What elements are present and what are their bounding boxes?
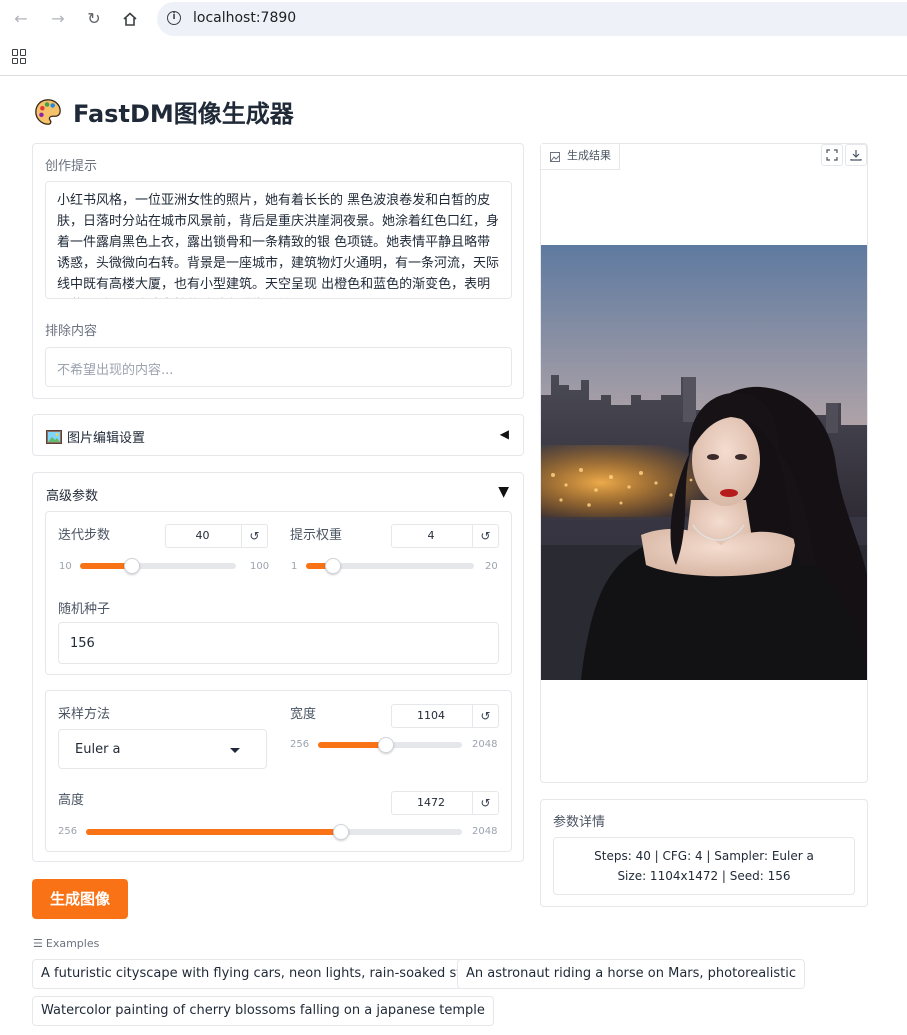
params-group-1: 迭代步数 40 ↺ 10 100 提示权重 4 ↺ 1 20 随机种子 156: [45, 511, 512, 675]
height-max: 2048: [472, 826, 498, 837]
collapse-indicator-icon[interactable]: ◀: [500, 427, 509, 441]
app-title: FastDM图像生成器: [73, 100, 294, 128]
cfg-label: 提示权重: [290, 528, 343, 543]
output-tab: 生成结果: [541, 144, 620, 170]
cfg-max: 20: [485, 561, 498, 572]
expand-indicator-icon[interactable]: ▼: [498, 484, 509, 500]
reload-icon[interactable]: ↻: [84, 9, 104, 29]
generated-image[interactable]: [541, 245, 867, 680]
prompt-text: 小红书风格，一位亚洲女性的照片，她有着长长的 黑色波浪卷发和白皙的皮肤，日落时分…: [57, 193, 500, 292]
image-edit-accordion[interactable]: 图片编辑设置 ◀: [32, 414, 524, 456]
height-slider[interactable]: [86, 824, 462, 840]
sampler-value: Euler a: [75, 742, 121, 757]
browser-toolbar: ← → ↻ i localhost:7890: [0, 0, 907, 38]
steps-max: 100: [250, 561, 270, 572]
cfg-reset-icon[interactable]: ↺: [472, 525, 498, 547]
generate-button[interactable]: 生成图像: [32, 879, 128, 919]
sampler-dropdown[interactable]: Euler a: [58, 729, 267, 769]
cfg-value: 4: [427, 529, 435, 542]
sampler-label: 采样方法: [58, 707, 111, 722]
chevron-down-icon: [230, 748, 240, 753]
examples-header: ☰ Examples: [33, 937, 100, 950]
height-value: 1472: [417, 796, 445, 809]
cfg-slider[interactable]: [306, 558, 474, 574]
image-edit-title: 图片编辑设置: [46, 427, 145, 446]
negative-placeholder: 不希望出现的内容...: [57, 363, 174, 378]
params-group-2: 采样方法 Euler a 宽度 1104 ↺ 256 2048 高度 1472 …: [45, 690, 512, 852]
forward-arrow-icon[interactable]: →: [48, 9, 68, 29]
width-value: 1104: [417, 709, 445, 722]
seed-input[interactable]: 156: [58, 622, 499, 664]
apps-grid-icon[interactable]: [12, 49, 27, 64]
negative-input[interactable]: 不希望出现的内容...: [45, 347, 512, 387]
home-icon[interactable]: [120, 9, 140, 29]
width-reset-icon[interactable]: ↺: [472, 705, 498, 727]
height-label: 高度: [58, 793, 85, 808]
seed-value: 156: [70, 636, 95, 651]
cfg-number-input[interactable]: 4 ↺: [391, 524, 499, 548]
example-item[interactable]: An astronaut riding a horse on Mars, pho…: [457, 959, 806, 989]
back-arrow-icon[interactable]: ←: [11, 9, 31, 29]
url-text: localhost:7890: [193, 10, 297, 26]
advanced-accordion: 高级参数 ▼ 迭代步数 40 ↺ 10 100 提示权重 4 ↺ 1 20 随机…: [32, 472, 524, 862]
list-icon: ☰: [33, 937, 43, 950]
steps-slider[interactable]: [80, 558, 236, 574]
example-item[interactable]: A futuristic cityscape with flying cars,…: [32, 959, 504, 989]
height-number-input[interactable]: 1472 ↺: [391, 791, 499, 815]
width-label: 宽度: [290, 707, 317, 722]
prompt-label: 创作提示: [45, 159, 98, 174]
fullscreen-icon[interactable]: [821, 144, 843, 166]
bookmarks-bar: [0, 38, 907, 76]
image-icon: [550, 152, 560, 162]
picture-icon: [46, 429, 62, 444]
example-item[interactable]: Watercolor painting of cherry blossoms f…: [32, 996, 494, 1026]
width-slider[interactable]: [318, 737, 462, 753]
width-slider-thumb[interactable]: [378, 737, 395, 753]
prompt-panel: 创作提示 小红书风格，一位亚洲女性的照片，她有着长长的 黑色波浪卷发和白皙的皮肤…: [32, 143, 524, 399]
palette-icon: [35, 98, 61, 125]
cfg-min: 1: [291, 561, 298, 572]
cfg-slider-thumb[interactable]: [324, 558, 341, 574]
negative-label: 排除内容: [45, 324, 98, 339]
details-textbox[interactable]: Steps: 40 | CFG: 4 | Sampler: Euler a Si…: [553, 837, 855, 895]
site-info-icon[interactable]: i: [167, 11, 181, 25]
details-line-1: Steps: 40 | CFG: 4 | Sampler: Euler a: [594, 849, 814, 863]
details-label: 参数详情: [553, 815, 606, 830]
details-line-2: Size: 1104x1472 | Seed: 156: [617, 869, 791, 883]
page-title: FastDM图像生成器: [33, 94, 294, 129]
height-reset-icon[interactable]: ↺: [472, 792, 498, 814]
prompt-textarea[interactable]: 小红书风格，一位亚洲女性的照片，她有着长长的 黑色波浪卷发和白皙的皮肤，日落时分…: [45, 181, 512, 299]
steps-value: 40: [195, 529, 210, 542]
width-number-input[interactable]: 1104 ↺: [391, 704, 499, 728]
steps-reset-icon[interactable]: ↺: [241, 525, 267, 547]
steps-number-input[interactable]: 40 ↺: [165, 524, 268, 548]
advanced-title[interactable]: 高级参数: [46, 485, 98, 504]
width-min: 256: [290, 739, 310, 750]
steps-min: 10: [59, 561, 72, 572]
height-min: 256: [58, 826, 78, 837]
steps-slider-thumb[interactable]: [123, 558, 140, 574]
address-bar[interactable]: i localhost:7890: [157, 2, 907, 36]
width-max: 2048: [472, 739, 498, 750]
seed-label: 随机种子: [58, 602, 111, 617]
steps-label: 迭代步数: [58, 528, 111, 543]
download-icon[interactable]: [845, 144, 867, 166]
height-slider-thumb[interactable]: [333, 824, 350, 840]
